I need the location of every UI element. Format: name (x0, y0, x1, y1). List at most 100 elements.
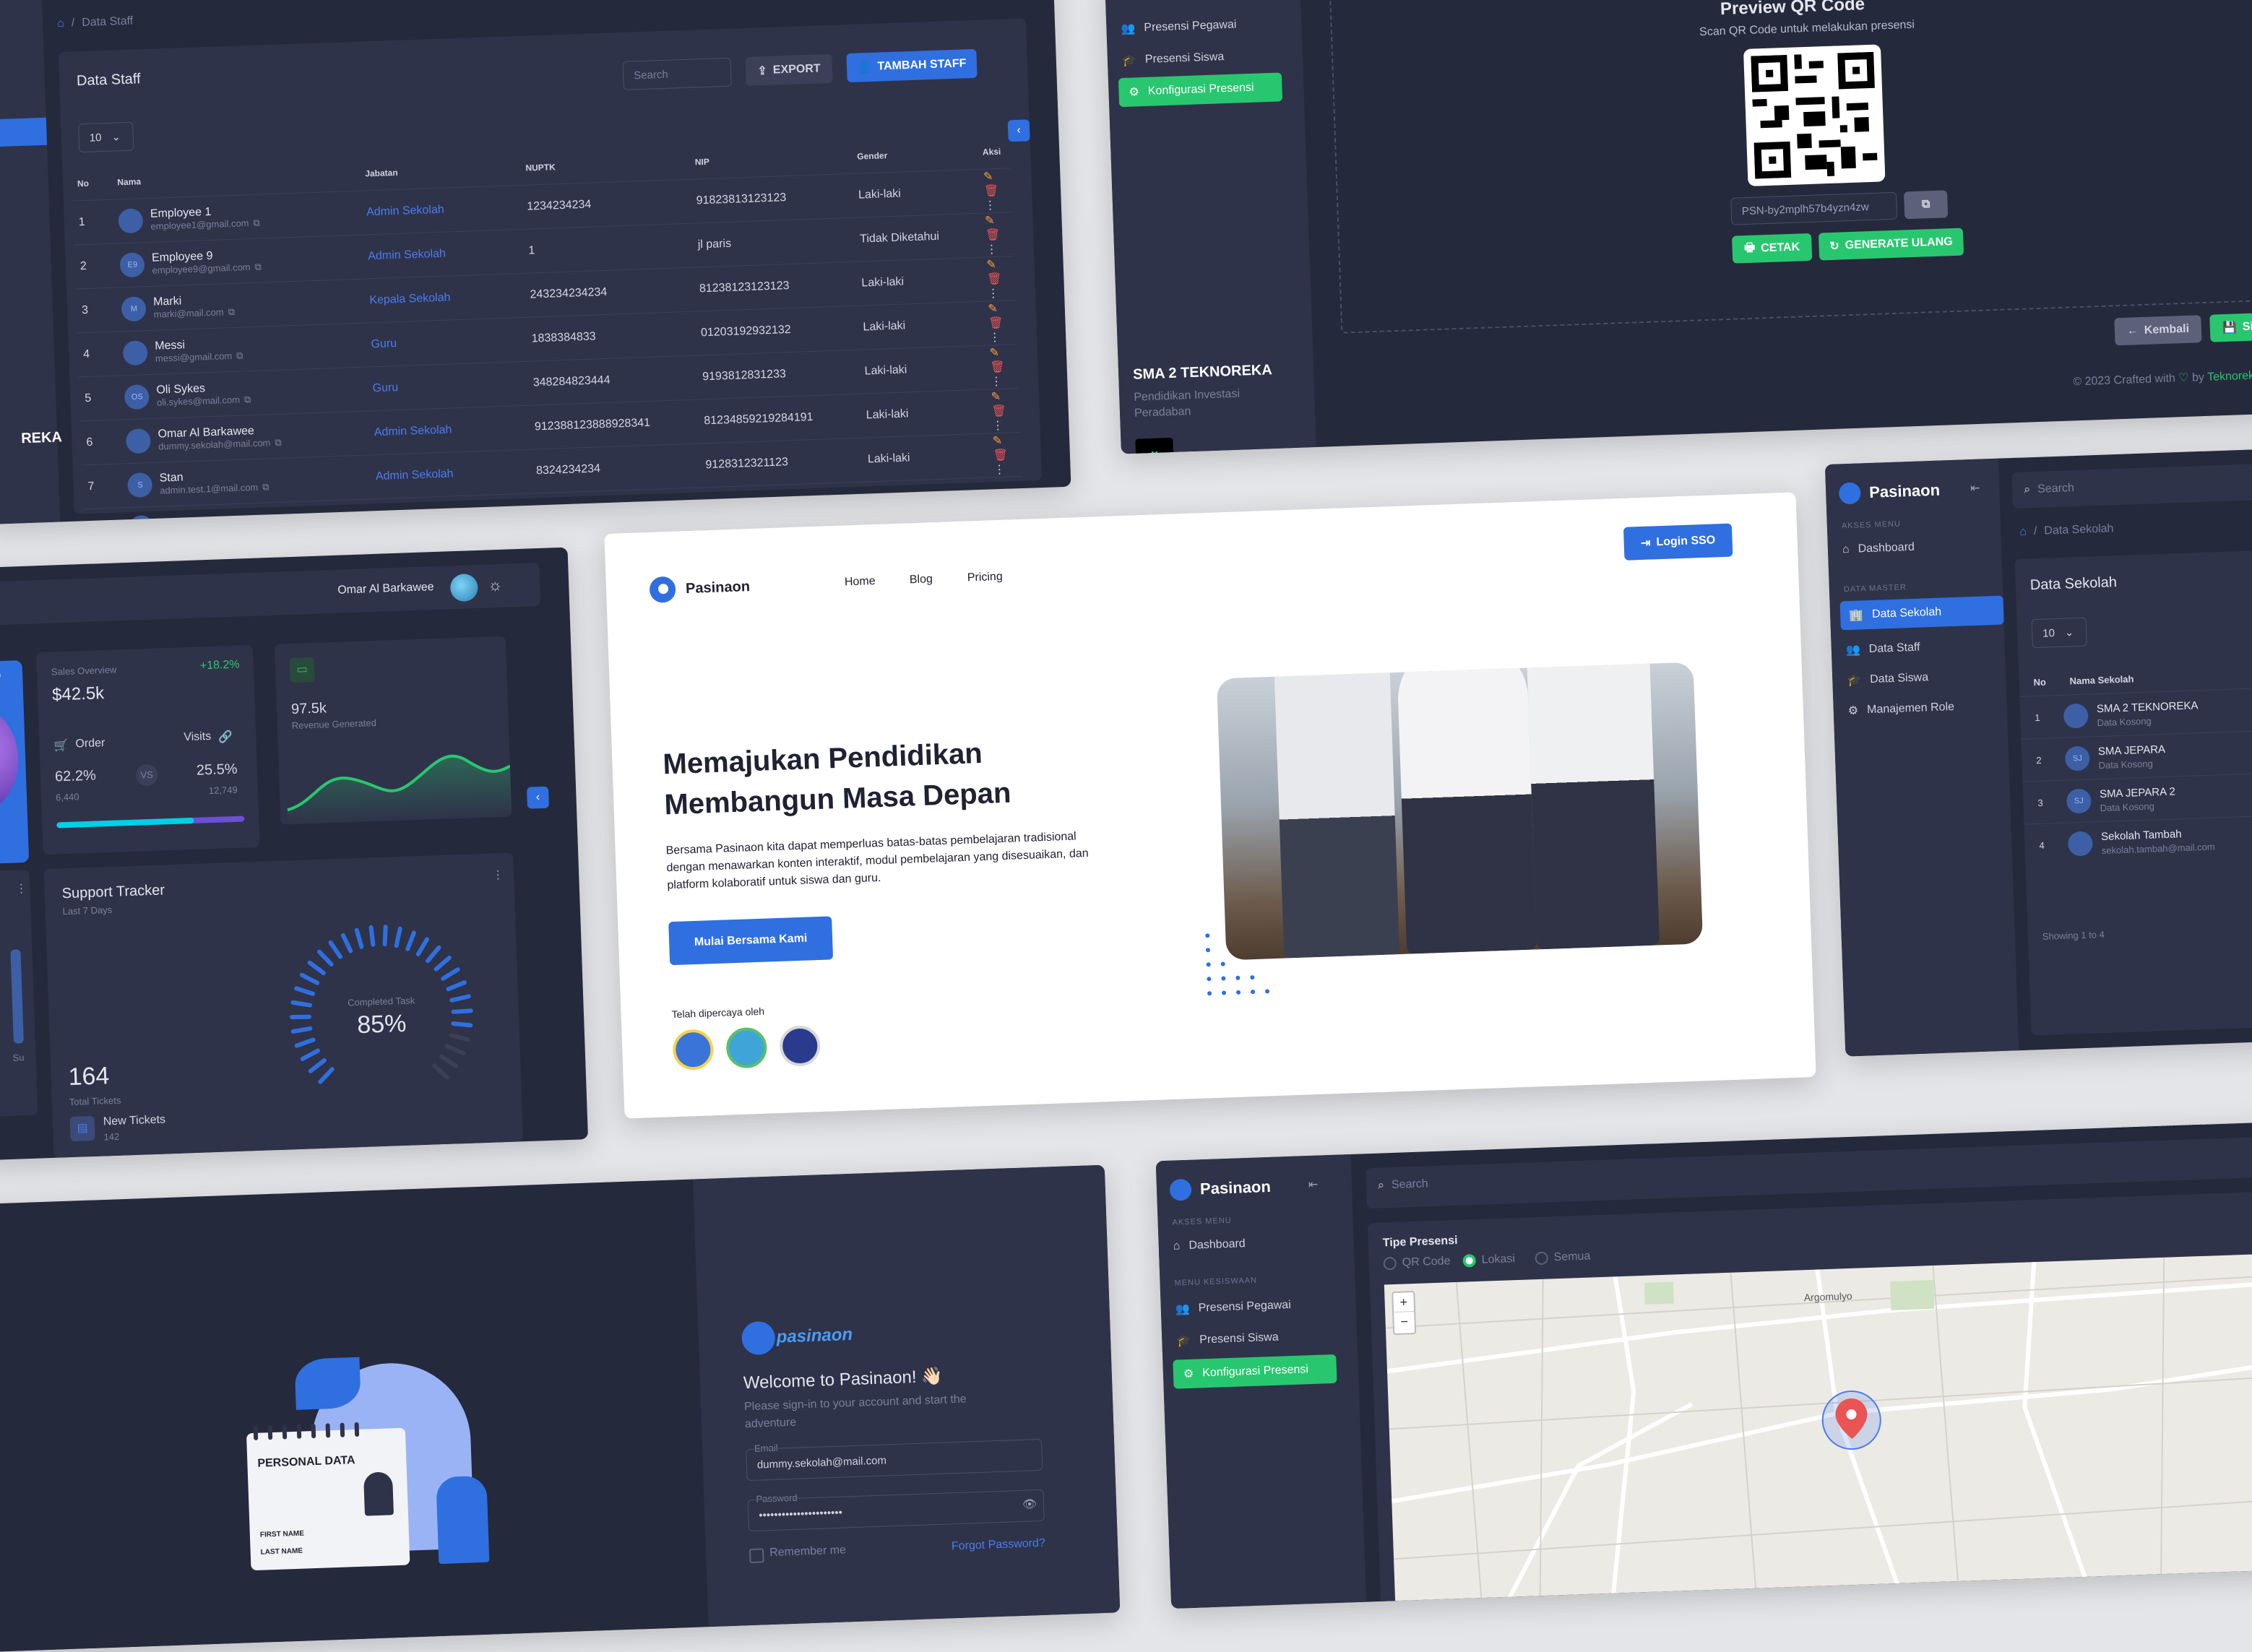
trash-icon[interactable]: 🗑 (987, 272, 1002, 285)
gauge-tick (449, 994, 471, 1003)
menu-presensi-siswa[interactable]: 🎓 Presensi Siswa (1176, 1331, 1279, 1349)
login-sso-button[interactable]: ⇥ Login SSO (1623, 523, 1733, 561)
hero-body: Bersama Pasinaon kita dapat memperluas b… (665, 830, 1089, 892)
more-vertical-icon[interactable]: ⋮ (492, 868, 504, 883)
home-icon[interactable]: ⌂ (2019, 525, 2027, 538)
menu-konfigurasi-presensi[interactable]: ⚙ Konfigurasi Presensi (1118, 72, 1283, 108)
add-staff-button[interactable]: 👤 TAMBAH STAFF (846, 48, 978, 83)
email-field[interactable]: dummy.sekolah@mail.com (746, 1438, 1043, 1482)
trash-icon[interactable]: 🗑 (990, 360, 1005, 373)
more-vertical-icon[interactable]: ⋮ (984, 199, 996, 212)
zoom-out-button[interactable]: − (1394, 1312, 1415, 1331)
menu-konfigurasi-presensi[interactable]: ⚙ Konfigurasi Presensi (1173, 1354, 1337, 1389)
edit-icon[interactable]: ✎ (986, 259, 996, 271)
avatar (123, 340, 149, 366)
more-vertical-icon[interactable]: ⋮ (993, 463, 1006, 476)
copy-button[interactable]: ⧉ (1904, 190, 1949, 220)
page-size-select[interactable]: 10 ⌄ (2031, 617, 2087, 649)
more-vertical-icon[interactable]: ⋮ (15, 881, 27, 896)
table-row: 3 SJ SMA JEPARA 2 Data Kosong (2022, 772, 2252, 824)
brand-logo[interactable]: Pasinaon (1838, 480, 1941, 505)
collapse-toggle[interactable]: ‹ (1007, 119, 1030, 142)
map-view[interactable]: Argomulyo + − (1384, 1253, 2252, 1609)
sidebar-active-item[interactable] (0, 117, 48, 147)
menu-dashboard[interactable]: ⌂ Dashboard (1842, 541, 1915, 556)
menu-presensi-siswa[interactable]: 🎓 Presensi Siswa (1122, 50, 1225, 68)
option-lokasi[interactable]: Lokasi (1462, 1253, 1515, 1268)
nav-home[interactable]: Home (845, 575, 876, 589)
brand-logo[interactable]: Pasinaon (1169, 1176, 1272, 1201)
home-icon[interactable]: ⌂ (57, 17, 64, 30)
sekolah-search[interactable]: ⌕ Search (2011, 463, 2252, 509)
trash-icon[interactable]: 🗑 (988, 316, 1004, 329)
search-input[interactable]: Search (622, 57, 732, 90)
forgot-password-link[interactable]: Forgot Password? (952, 1537, 1045, 1554)
page-size-select[interactable]: 10 ⌄ (78, 121, 134, 153)
avatar[interactable] (449, 573, 478, 602)
zoom-in-button[interactable]: + (1393, 1292, 1415, 1313)
edit-icon[interactable]: ✎ (991, 390, 1001, 402)
edit-icon[interactable]: ✎ (989, 346, 999, 358)
menu-presensi-pegawai[interactable]: 👥 Presensi Pegawai (1121, 17, 1237, 36)
copy-icon[interactable]: ⧉ (253, 217, 260, 228)
pasinaon-logo-icon (649, 576, 676, 603)
copy-icon[interactable]: ⧉ (254, 261, 262, 272)
order-progress-track (56, 816, 245, 829)
save-button[interactable]: 💾 Simpan (2209, 311, 2252, 342)
more-vertical-icon[interactable]: ⋮ (989, 331, 1001, 344)
nav-pricing[interactable]: Pricing (967, 571, 1004, 585)
copy-icon[interactable]: ⧉ (262, 481, 269, 493)
copy-icon[interactable]: ⧉ (275, 436, 282, 448)
staff-table: No Nama Jabatan NUPTK NIP Gender Aksi 1E… (71, 134, 1023, 524)
copy-icon[interactable]: ⧉ (244, 394, 251, 405)
back-button[interactable]: ← Kembali (2114, 315, 2202, 346)
home-icon: ⌂ (1842, 542, 1850, 556)
gauge-tick (441, 967, 460, 981)
copy-icon[interactable]: ⧉ (236, 350, 243, 361)
more-vertical-icon[interactable]: ⋮ (985, 243, 998, 256)
option-semua[interactable]: Semua (1535, 1250, 1591, 1266)
cell-nip (701, 482, 864, 524)
carousel-dots[interactable] (0, 673, 1, 679)
regenerate-button[interactable]: ↻ GENERATE ULANG (1818, 228, 1964, 261)
copy-icon[interactable]: ⧉ (228, 306, 235, 317)
export-button[interactable]: ⇪ EXPORT (745, 53, 833, 86)
nav-blog[interactable]: Blog (910, 573, 933, 587)
brand-logo[interactable]: Pasinaon (649, 574, 750, 603)
menu-presensi-pegawai[interactable]: 👥 Presensi Pegawai (1175, 1298, 1291, 1317)
menu-data-siswa[interactable]: 🎓 Data Siswa (1847, 670, 1928, 688)
remember-label[interactable]: Remember me (769, 1544, 846, 1560)
more-vertical-icon[interactable]: ⋮ (991, 375, 1003, 388)
more-vertical-icon[interactable]: ⋮ (992, 419, 1004, 432)
trash-icon[interactable]: 🗑 (985, 228, 1001, 241)
menu-manajemen-role[interactable]: ⚙ Manajemen Role (1847, 700, 1955, 718)
more-vertical-icon[interactable]: ⋮ (987, 287, 999, 300)
eye-icon[interactable]: 👁 (1022, 1497, 1037, 1512)
collapse-sidebar-icon[interactable]: ⇤ (1308, 1177, 1319, 1192)
edit-icon[interactable]: ✎ (988, 302, 998, 314)
trash-icon[interactable]: 🗑 (991, 405, 1006, 418)
print-button[interactable]: 🖶 CETAK (1732, 233, 1813, 264)
remember-checkbox[interactable] (748, 1548, 764, 1564)
cta-button[interactable]: Mulai Bersama Kami (668, 916, 834, 966)
collapse-sidebar-icon[interactable]: ⇤ (1970, 481, 1980, 496)
collapse-toggle[interactable]: ‹ (526, 786, 550, 809)
edit-icon[interactable]: ✎ (983, 170, 993, 183)
menu-data-sekolah[interactable]: 🏢 Data Sekolah (1839, 595, 2004, 631)
qr-pattern (1751, 51, 1878, 179)
cell-nip: 81234859219284191 (704, 410, 814, 427)
theme-toggle-icon[interactable]: ☼ (488, 576, 503, 595)
notebook-rings (253, 1422, 360, 1440)
search-input[interactable]: ⌕ Search (1378, 1177, 1428, 1192)
trash-icon[interactable]: 🗑 (983, 184, 998, 197)
cell-nuptk: 1 (528, 243, 535, 257)
edit-icon[interactable]: ✎ (985, 215, 995, 227)
option-qr[interactable]: QR Code (1383, 1255, 1451, 1271)
menu-data-staff[interactable]: 👥 Data Staff (1846, 641, 1920, 658)
trash-icon[interactable]: 🗑 (993, 449, 1008, 462)
staff-window: REKA ⌂ / Data Staff Data Staff Search ⇪ EXP… (0, 0, 1071, 524)
menu-dashboard[interactable]: ⌂ Dashboard (1173, 1237, 1246, 1253)
edit-icon[interactable]: ✎ (993, 434, 1003, 446)
qr-code-field[interactable]: PSN-by2mplh57b4yzn4zw (1730, 191, 1898, 225)
gauge-tick (318, 1067, 335, 1084)
